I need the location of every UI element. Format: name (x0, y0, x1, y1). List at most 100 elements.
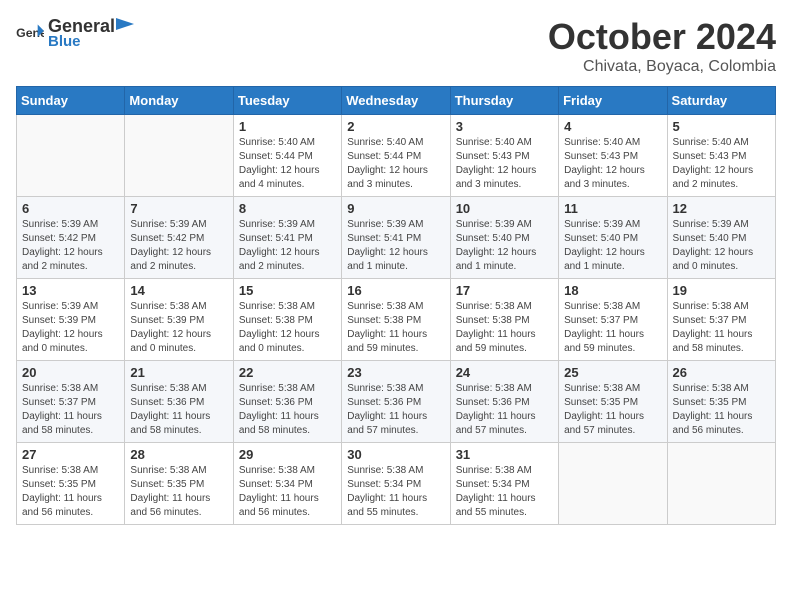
day-detail: Sunrise: 5:38 AM Sunset: 5:35 PM Dayligh… (22, 464, 119, 520)
day-detail: Sunrise: 5:39 AM Sunset: 5:40 PM Dayligh… (673, 218, 770, 274)
day-detail: Sunrise: 5:38 AM Sunset: 5:35 PM Dayligh… (673, 382, 770, 438)
calendar-cell: 27Sunrise: 5:38 AM Sunset: 5:35 PM Dayli… (17, 443, 125, 525)
calendar-cell: 15 Sunrise: 5:38 AM Sunset: 5:38 PM Dayli… (233, 279, 341, 361)
calendar-cell: 12Sunrise: 5:39 AM Sunset: 5:40 PM Dayli… (667, 197, 775, 279)
day-detail: Sunrise: 5:38 AM Sunset: 5:34 PM Dayligh… (239, 464, 336, 520)
calendar-week-row: 20Sunrise: 5:38 AM Sunset: 5:37 PM Dayli… (17, 361, 776, 443)
day-detail: Sunrise: 5:38 AM Sunset: 5:38 PM Dayligh… (347, 300, 444, 356)
calendar-cell: 10 Sunrise: 5:39 AM Sunset: 5:40 PM Dayli… (450, 197, 558, 279)
calendar-cell: 24 Sunrise: 5:38 AM Sunset: 5:36 PM Dayli… (450, 361, 558, 443)
calendar-week-row: 6 Sunrise: 5:39 AM Sunset: 5:42 PM Daylig… (17, 197, 776, 279)
day-detail: Sunrise: 5:38 AM Sunset: 5:38 PM Dayligh… (456, 300, 553, 356)
calendar-cell: 11Sunrise: 5:39 AM Sunset: 5:40 PM Dayli… (559, 197, 667, 279)
day-detail: Sunrise: 5:38 AM Sunset: 5:36 PM Dayligh… (130, 382, 227, 438)
weekday-header-saturday: Saturday (667, 87, 775, 115)
day-number: 7 (130, 201, 227, 216)
weekday-header-thursday: Thursday (450, 87, 558, 115)
day-detail: Sunrise: 5:39 AM Sunset: 5:39 PM Dayligh… (22, 300, 119, 356)
day-number: 6 (22, 201, 119, 216)
day-number: 21 (130, 365, 227, 380)
day-detail: Sunrise: 5:38 AM Sunset: 5:34 PM Dayligh… (456, 464, 553, 520)
day-number: 3 (456, 119, 553, 134)
calendar-week-row: 1 Sunrise: 5:40 AM Sunset: 5:44 PM Daylig… (17, 115, 776, 197)
day-detail: Sunrise: 5:38 AM Sunset: 5:35 PM Dayligh… (564, 382, 661, 438)
day-number: 10 (456, 201, 553, 216)
calendar-cell (559, 443, 667, 525)
day-detail: Sunrise: 5:38 AM Sunset: 5:37 PM Dayligh… (564, 300, 661, 356)
day-number: 4 (564, 119, 661, 134)
day-number: 23 (347, 365, 444, 380)
calendar-cell: 23 Sunrise: 5:38 AM Sunset: 5:36 PM Dayli… (342, 361, 450, 443)
calendar-cell (125, 115, 233, 197)
calendar-cell: 14 Sunrise: 5:38 AM Sunset: 5:39 PM Dayli… (125, 279, 233, 361)
calendar-cell: 28 Sunrise: 5:38 AM Sunset: 5:35 PM Dayli… (125, 443, 233, 525)
day-detail: Sunrise: 5:40 AM Sunset: 5:44 PM Dayligh… (347, 136, 444, 192)
calendar: SundayMondayTuesdayWednesdayThursdayFrid… (16, 86, 776, 525)
day-number: 18 (564, 283, 661, 298)
day-detail: Sunrise: 5:39 AM Sunset: 5:41 PM Dayligh… (239, 218, 336, 274)
calendar-cell (17, 115, 125, 197)
calendar-cell: 17 Sunrise: 5:38 AM Sunset: 5:38 PM Dayli… (450, 279, 558, 361)
day-number: 11 (564, 201, 661, 216)
calendar-cell: 30 Sunrise: 5:38 AM Sunset: 5:34 PM Dayli… (342, 443, 450, 525)
day-detail: Sunrise: 5:40 AM Sunset: 5:44 PM Dayligh… (239, 136, 336, 192)
day-number: 15 (239, 283, 336, 298)
logo: General General Blue (16, 16, 135, 50)
calendar-cell: 20Sunrise: 5:38 AM Sunset: 5:37 PM Dayli… (17, 361, 125, 443)
day-detail: Sunrise: 5:40 AM Sunset: 5:43 PM Dayligh… (673, 136, 770, 192)
day-number: 1 (239, 119, 336, 134)
calendar-cell: 3 Sunrise: 5:40 AM Sunset: 5:43 PM Daylig… (450, 115, 558, 197)
month-title: October 2024 (548, 16, 776, 58)
day-detail: Sunrise: 5:38 AM Sunset: 5:37 PM Dayligh… (673, 300, 770, 356)
day-number: 22 (239, 365, 336, 380)
calendar-cell: 22 Sunrise: 5:38 AM Sunset: 5:36 PM Dayli… (233, 361, 341, 443)
day-detail: Sunrise: 5:38 AM Sunset: 5:35 PM Dayligh… (130, 464, 227, 520)
calendar-week-row: 27Sunrise: 5:38 AM Sunset: 5:35 PM Dayli… (17, 443, 776, 525)
day-number: 19 (673, 283, 770, 298)
logo-arrow-icon (116, 16, 134, 32)
weekday-header-sunday: Sunday (17, 87, 125, 115)
day-detail: Sunrise: 5:38 AM Sunset: 5:36 PM Dayligh… (239, 382, 336, 438)
weekday-header-friday: Friday (559, 87, 667, 115)
day-detail: Sunrise: 5:39 AM Sunset: 5:40 PM Dayligh… (456, 218, 553, 274)
day-detail: Sunrise: 5:40 AM Sunset: 5:43 PM Dayligh… (456, 136, 553, 192)
day-detail: Sunrise: 5:38 AM Sunset: 5:34 PM Dayligh… (347, 464, 444, 520)
calendar-header-row: SundayMondayTuesdayWednesdayThursdayFrid… (17, 87, 776, 115)
day-number: 14 (130, 283, 227, 298)
day-detail: Sunrise: 5:40 AM Sunset: 5:43 PM Dayligh… (564, 136, 661, 192)
day-number: 17 (456, 283, 553, 298)
calendar-cell: 19 Sunrise: 5:38 AM Sunset: 5:37 PM Dayli… (667, 279, 775, 361)
day-detail: Sunrise: 5:38 AM Sunset: 5:38 PM Dayligh… (239, 300, 336, 356)
day-number: 28 (130, 447, 227, 462)
weekday-header-tuesday: Tuesday (233, 87, 341, 115)
day-number: 8 (239, 201, 336, 216)
day-detail: Sunrise: 5:38 AM Sunset: 5:39 PM Dayligh… (130, 300, 227, 356)
day-number: 2 (347, 119, 444, 134)
calendar-cell: 9Sunrise: 5:39 AM Sunset: 5:41 PM Daylig… (342, 197, 450, 279)
day-number: 31 (456, 447, 553, 462)
day-number: 13 (22, 283, 119, 298)
calendar-cell: 7 Sunrise: 5:39 AM Sunset: 5:42 PM Daylig… (125, 197, 233, 279)
calendar-cell: 21 Sunrise: 5:38 AM Sunset: 5:36 PM Dayli… (125, 361, 233, 443)
calendar-cell: 5 Sunrise: 5:40 AM Sunset: 5:43 PM Daylig… (667, 115, 775, 197)
weekday-header-monday: Monday (125, 87, 233, 115)
day-number: 5 (673, 119, 770, 134)
day-detail: Sunrise: 5:39 AM Sunset: 5:42 PM Dayligh… (130, 218, 227, 274)
calendar-cell: 31 Sunrise: 5:38 AM Sunset: 5:34 PM Dayli… (450, 443, 558, 525)
title-area: October 2024 Chivata, Boyaca, Colombia (548, 16, 776, 76)
calendar-cell: 26Sunrise: 5:38 AM Sunset: 5:35 PM Dayli… (667, 361, 775, 443)
day-detail: Sunrise: 5:38 AM Sunset: 5:36 PM Dayligh… (347, 382, 444, 438)
calendar-cell: 4 Sunrise: 5:40 AM Sunset: 5:43 PM Daylig… (559, 115, 667, 197)
calendar-cell: 13 Sunrise: 5:39 AM Sunset: 5:39 PM Dayli… (17, 279, 125, 361)
header: General General Blue October 2024 Chivat… (16, 16, 776, 76)
day-number: 16 (347, 283, 444, 298)
calendar-cell: 29 Sunrise: 5:38 AM Sunset: 5:34 PM Dayli… (233, 443, 341, 525)
calendar-cell: 16 Sunrise: 5:38 AM Sunset: 5:38 PM Dayli… (342, 279, 450, 361)
day-detail: Sunrise: 5:39 AM Sunset: 5:42 PM Dayligh… (22, 218, 119, 274)
day-number: 24 (456, 365, 553, 380)
weekday-header-wednesday: Wednesday (342, 87, 450, 115)
day-number: 30 (347, 447, 444, 462)
day-detail: Sunrise: 5:38 AM Sunset: 5:36 PM Dayligh… (456, 382, 553, 438)
day-number: 29 (239, 447, 336, 462)
calendar-cell (667, 443, 775, 525)
